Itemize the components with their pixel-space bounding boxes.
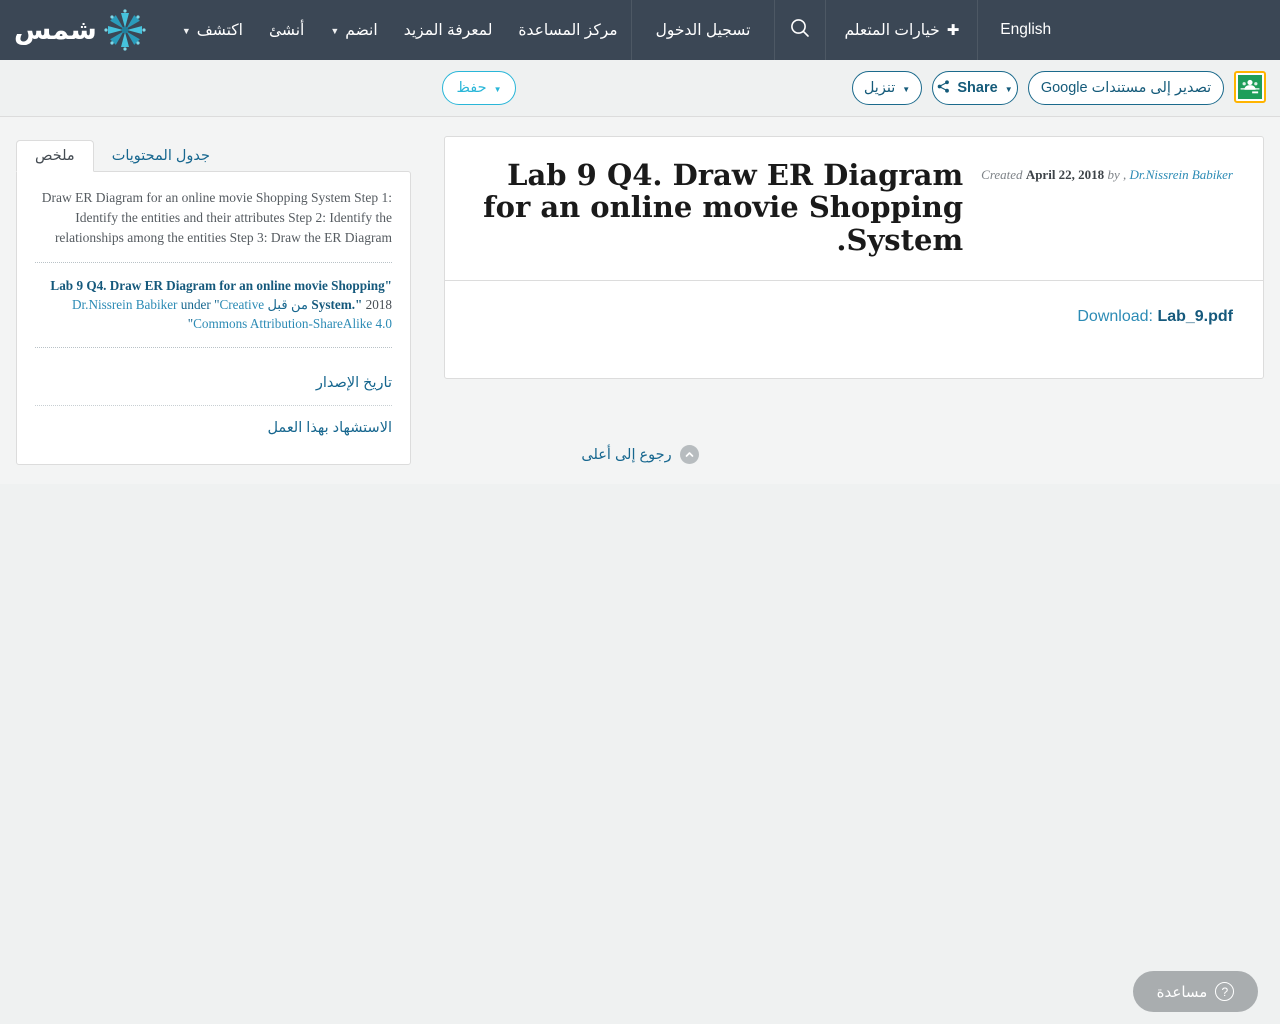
nav-item-discover-label: اكتشف <box>196 21 243 39</box>
author-link[interactable]: Dr.Nissrein Babiker <box>1129 167 1233 182</box>
save-label: حفظ <box>456 80 487 96</box>
created-date: April 22, 2018 <box>1025 167 1105 182</box>
learner-options-button[interactable]: خيارات المتعلم ✚ <box>826 0 977 60</box>
sidebar-divider <box>35 262 392 263</box>
sidebar-panel: ملخص جدول المحتويات Draw ER Diagram for … <box>16 136 411 465</box>
learner-options-label: خيارات المتعلم <box>844 21 940 39</box>
by-label: by , <box>1107 167 1127 182</box>
chevron-down-icon: ▼ <box>902 84 911 94</box>
document-metadata: Created April 22, 2018 by , Dr.Nissrein … <box>963 159 1233 183</box>
chevron-down-icon: ▼ <box>330 26 340 36</box>
tab-table-of-contents-label: جدول المحتويات <box>111 147 211 164</box>
sidebar-divider <box>35 347 392 348</box>
citation-author-link[interactable]: Dr.Nissrein Babiker <box>72 297 177 312</box>
chevron-down-icon: ▼ <box>181 26 191 36</box>
download-row: Download: Lab_9.pdf <box>475 308 1233 326</box>
nav-divider <box>977 0 979 60</box>
search-icon <box>789 17 811 44</box>
page-background-lower <box>0 484 1280 1024</box>
download-button[interactable]: تنزيل ▼ <box>852 71 922 105</box>
download-label: تنزيل <box>863 80 896 96</box>
download-label: Download: <box>1077 308 1153 326</box>
cite-this-work-link[interactable]: الاستشهاد بهذا العمل <box>267 420 392 436</box>
help-label: مساعدة <box>1156 983 1208 1001</box>
nav-item-create[interactable]: أنشئ <box>256 0 317 60</box>
language-switch-button[interactable]: English <box>978 0 1073 60</box>
citation-by-label: من قبل <box>267 297 309 312</box>
share-button[interactable]: Share ▼ <box>932 71 1018 105</box>
document-header: Created April 22, 2018 by , Dr.Nissrein … <box>445 137 1263 280</box>
sunburst-logo-icon <box>103 8 147 52</box>
share-label: Share <box>957 80 998 96</box>
export-to-google-docs-label: تصدير إلى مستندات Google <box>1040 80 1212 96</box>
export-to-google-docs-button[interactable]: تصدير إلى مستندات Google <box>1028 71 1224 105</box>
site-logo[interactable]: شمس <box>0 0 169 60</box>
help-button[interactable]: مساعدة ? <box>1133 971 1258 1012</box>
nav-item-help-center[interactable]: مركز المساعدة <box>505 0 630 60</box>
nav-item-login[interactable]: تسجيل الدخول <box>632 0 775 60</box>
sidebar-link-row-version-history[interactable]: تاريخ الإصدار <box>35 361 392 405</box>
nav-item-help-center-label: مركز المساعدة <box>518 21 618 39</box>
nav-item-learn-more[interactable]: لمعرفة المزيد <box>391 0 506 60</box>
download-file-link[interactable]: Lab_9.pdf <box>1157 308 1233 325</box>
plus-icon: ✚ <box>946 22 960 39</box>
citation-year: 2018 <box>365 297 392 312</box>
nav-divider <box>630 0 632 60</box>
google-classroom-button[interactable] <box>1234 71 1266 103</box>
question-mark-icon: ? <box>1215 982 1235 1001</box>
nav-item-login-label: تسجيل الدخول <box>655 21 751 39</box>
nav-item-discover[interactable]: اكتشف ▼ <box>169 0 256 60</box>
tab-summary-label: ملخص <box>35 147 75 164</box>
nav-item-join[interactable]: انضم ▼ <box>317 0 390 60</box>
nav-item-create-label: أنشئ <box>269 21 305 39</box>
chevron-up-circle-icon[interactable] <box>679 445 699 464</box>
document-card: Created April 22, 2018 by , Dr.Nissrein … <box>444 136 1264 380</box>
share-nodes-icon <box>937 80 950 96</box>
top-navigation-bar: شمس اكتشف ▼ أنشئ انضم ▼ لمعرفة المزيد مر… <box>0 0 1280 60</box>
back-to-top-label[interactable]: رجوع إلى أعلى <box>581 447 671 463</box>
document-body: Download: Lab_9.pdf <box>445 281 1263 378</box>
sidebar-card: Draw ER Diagram for an online movie Shop… <box>16 171 411 465</box>
language-label: English <box>1000 21 1052 38</box>
abstract-text: Draw ER Diagram for an online movie Shop… <box>41 190 392 245</box>
chevron-down-icon: ▼ <box>493 84 502 94</box>
content-area: ملخص جدول المحتويات Draw ER Diagram for … <box>0 117 1280 484</box>
page-title: Lab 9 Q4. Draw ER Diagram for an online … <box>483 158 964 257</box>
nav-item-learn-more-label: لمعرفة المزيد <box>403 21 493 39</box>
brand-name: شمس <box>14 14 97 45</box>
version-history-link[interactable]: تاريخ الإصدار <box>316 375 392 391</box>
save-button[interactable]: حفظ ▼ <box>442 71 516 105</box>
nav-item-join-label: انضم <box>345 21 378 39</box>
citation-license-prefix: under <box>180 297 211 312</box>
citation-text: "Lab 9 Q4. Draw ER Diagram for an online… <box>35 276 392 333</box>
sidebar-link-row-cite-work[interactable]: الاستشهاد بهذا العمل <box>35 406 392 450</box>
tab-table-of-contents[interactable]: جدول المحتويات <box>94 141 228 172</box>
created-label: Created <box>981 167 1023 182</box>
google-classroom-icon <box>1238 75 1262 99</box>
tab-summary[interactable]: ملخص <box>16 139 94 172</box>
search-button[interactable] <box>775 0 825 60</box>
chevron-down-icon: ▼ <box>1004 84 1013 94</box>
sidebar-tabs: ملخص جدول المحتويات <box>16 136 411 172</box>
citation-quote-open: " <box>384 278 392 293</box>
nav-divider <box>825 0 827 60</box>
nav-divider <box>774 0 776 60</box>
